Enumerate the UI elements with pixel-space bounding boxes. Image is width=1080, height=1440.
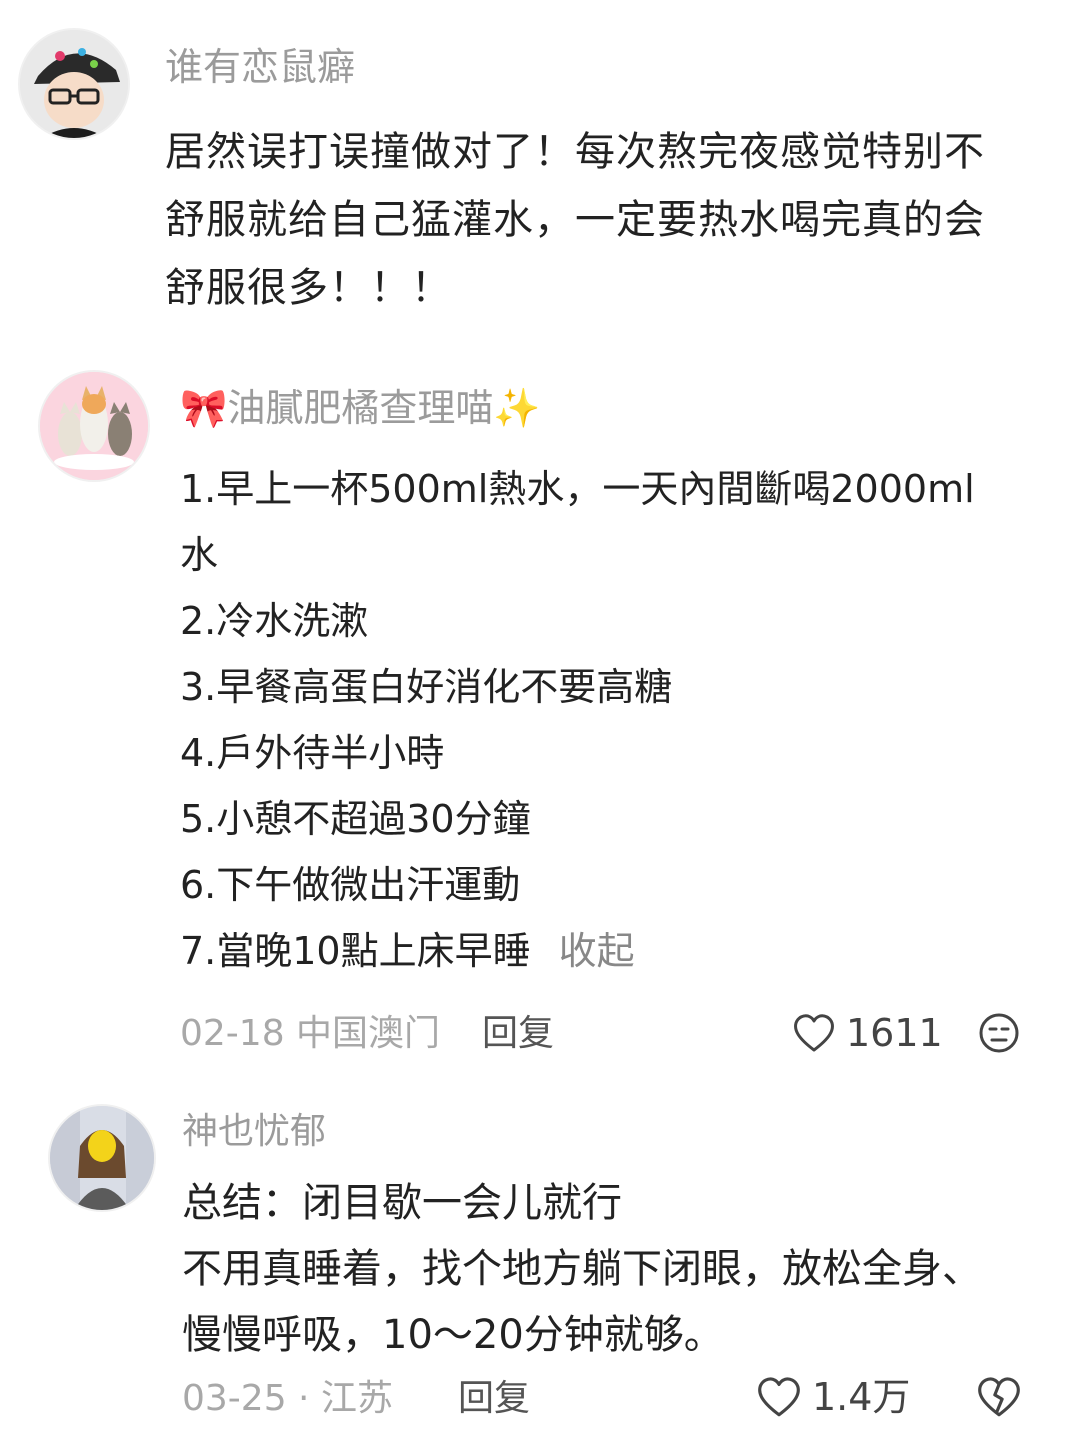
heart-icon <box>758 1377 800 1417</box>
unamused-face-icon <box>979 1013 1019 1053</box>
like-count: 1611 <box>846 1011 943 1055</box>
avatar[interactable] <box>48 1104 156 1212</box>
comment-username[interactable]: 神也忧郁 <box>182 1108 326 1156</box>
cats-avatar-icon <box>40 372 148 480</box>
girl-photo-avatar-icon <box>50 1106 154 1210</box>
comment-line: 1.早上一杯500ml熱水，一天內間斷喝2000ml <box>180 467 975 511</box>
collapse-link[interactable]: 收起 <box>559 929 635 973</box>
dislike-button[interactable] <box>976 1376 1022 1418</box>
like-count: 1.4万 <box>812 1375 911 1419</box>
comment-line: 总结：闭目歇一会儿就行 <box>182 1180 622 1226</box>
comment-line: 不用真睡着，找个地方躺下闭眼，放松全身、 <box>182 1246 982 1292</box>
comment-line: 4.戶外待半小時 <box>180 731 445 775</box>
like-button[interactable]: 1.4万 <box>756 1372 910 1422</box>
like-button[interactable]: 1611 <box>792 1008 943 1058</box>
comment-thread: 谁有恋鼠癖 居然误打误撞做对了！每次熬完夜感觉特别不 舒服就给自己猛灌水，一定要… <box>0 0 1080 1440</box>
comment-line: 慢慢呼吸，10～20分钟就够。 <box>182 1312 724 1358</box>
comment-line: 居然误打误撞做对了！每次熬完夜感觉特别不 <box>165 129 985 175</box>
comment-text: 居然误打误撞做对了！每次熬完夜感觉特别不 舒服就给自己猛灌水，一定要热水喝完真的… <box>165 118 985 322</box>
reply-button[interactable]: 回复 <box>458 1375 530 1423</box>
comment-username[interactable]: 谁有恋鼠癖 <box>165 42 355 92</box>
comment-meta: 03-25 · 江苏 <box>182 1378 393 1419</box>
comment-line: 7.當晚10點上床早睡 收起 <box>180 918 975 984</box>
broken-heart-icon <box>978 1377 1020 1417</box>
cartoon-boy-cap-avatar-icon <box>20 30 128 138</box>
reply-button[interactable]: 回复 <box>482 1010 554 1058</box>
comment-line: 6.下午做微出汗運動 <box>180 863 521 907</box>
comment-text: 1.早上一杯500ml熱水，一天內間斷喝2000ml 水 2.冷水洗漱 3.早餐… <box>180 456 975 984</box>
avatar[interactable] <box>18 28 130 140</box>
comment-meta: 02-18 中国澳门 <box>180 1013 441 1054</box>
comment-text: 总结：闭目歇一会儿就行 不用真睡着，找个地方躺下闭眼，放松全身、 慢慢呼吸，10… <box>182 1170 982 1368</box>
comment-username[interactable]: 🎀油膩肥橘查理喵✨ <box>180 383 541 433</box>
heart-icon <box>794 1014 834 1052</box>
comment-line: 2.冷水洗漱 <box>180 599 369 643</box>
comment-line: 5.小憩不超過30分鐘 <box>180 797 531 841</box>
comment-line-text: 7.當晚10點上床早睡 <box>180 929 531 973</box>
avatar[interactable] <box>38 370 150 482</box>
comment-line: 3.早餐高蛋白好消化不要高糖 <box>180 665 673 709</box>
comment-line: 舒服就给自己猛灌水，一定要热水喝完真的会 <box>165 197 985 243</box>
emoji-reaction-button[interactable] <box>978 1012 1020 1054</box>
comment-line: 水 <box>180 533 219 577</box>
comment-line: 舒服很多！！！ <box>165 265 452 311</box>
